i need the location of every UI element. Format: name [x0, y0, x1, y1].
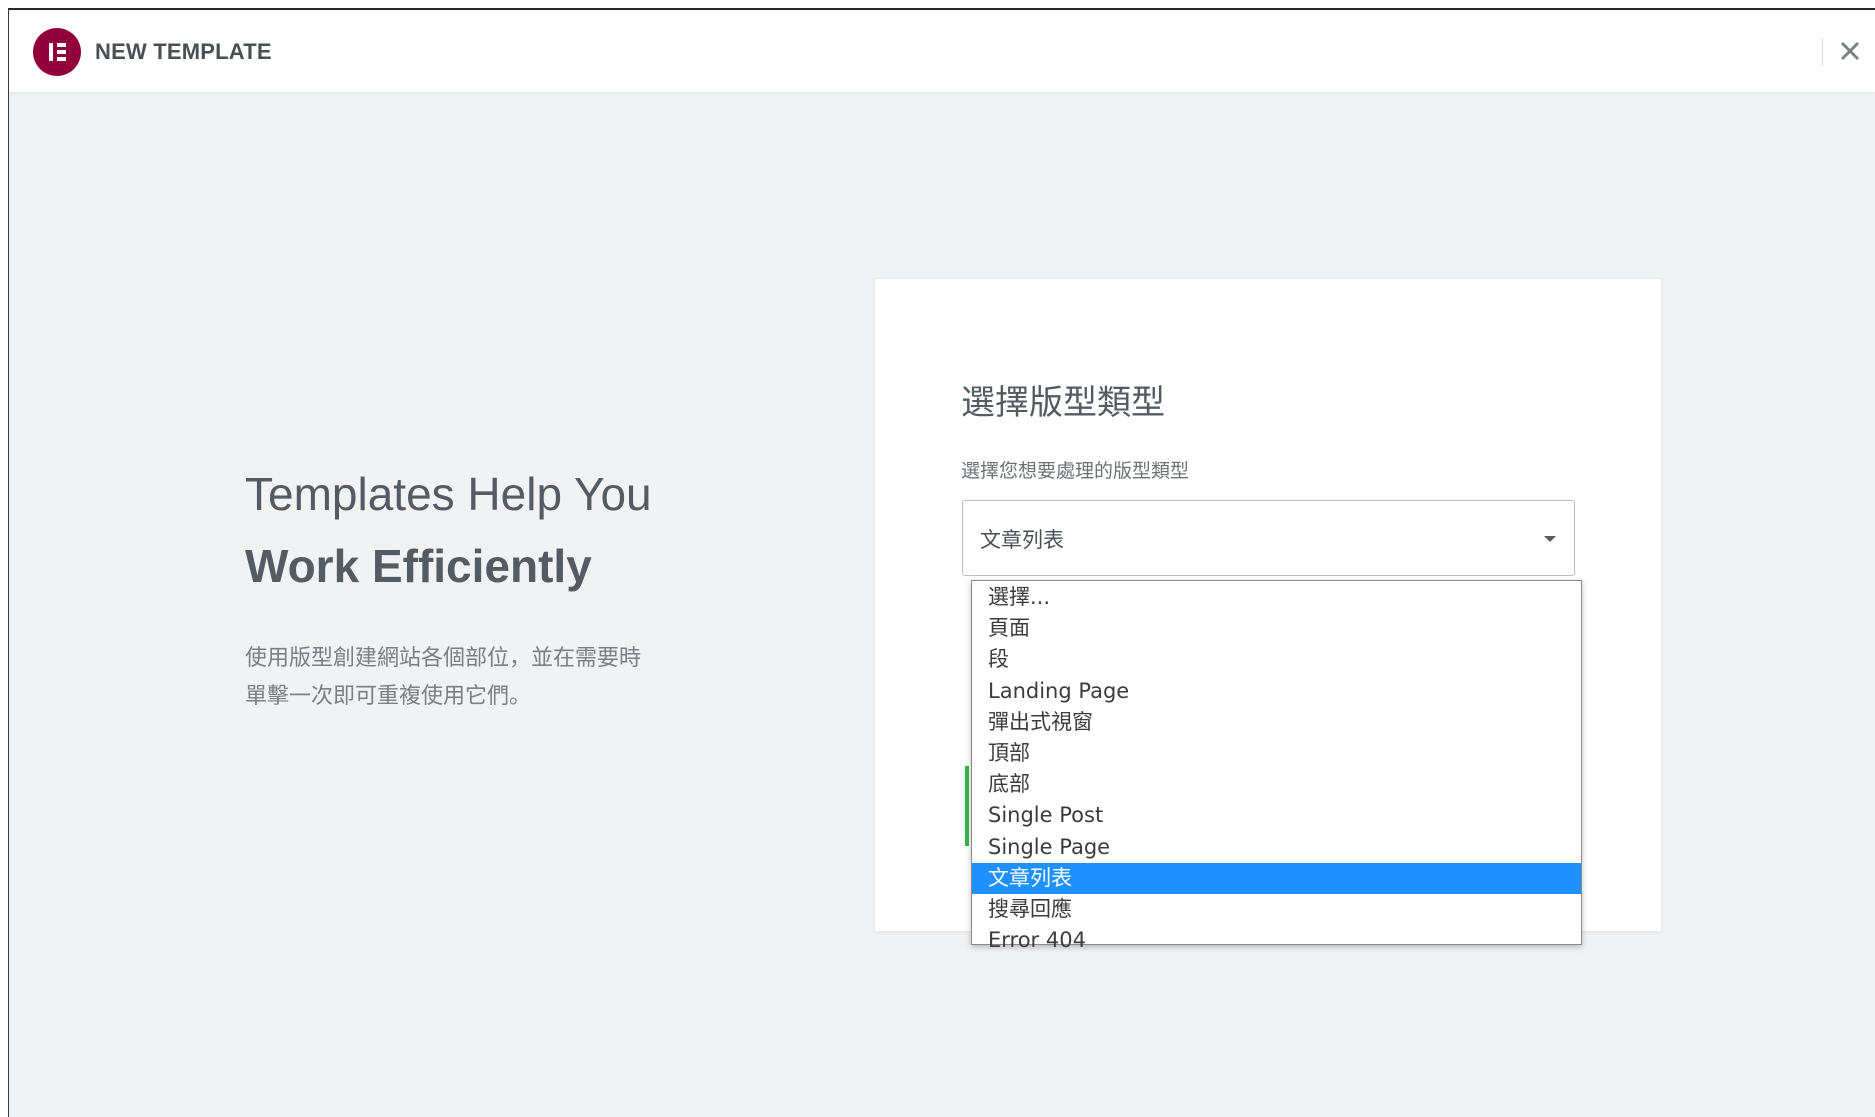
form-title: 選擇版型類型 — [961, 383, 1165, 423]
dropdown-option[interactable]: Landing Page — [972, 676, 1581, 707]
header-divider — [1822, 38, 1823, 66]
dropdown-option[interactable]: Single Page — [972, 832, 1581, 863]
intro-heading: Templates Help You Work Efficiently — [245, 458, 652, 602]
dropdown-option[interactable]: 底部 — [972, 769, 1581, 800]
dropdown-option[interactable]: 頂部 — [972, 738, 1581, 769]
dropdown-option[interactable]: 彈出式視窗 — [972, 707, 1581, 738]
intro-description-line2: 單擊一次即可重複使用它們。 — [245, 684, 532, 709]
focused-field-accent — [965, 766, 969, 846]
intro-description-line1: 使用版型創建網站各個部位，並在需要時 — [245, 646, 642, 671]
template-type-selected-value: 文章列表 — [980, 528, 1064, 552]
intro-heading-line2: Work Efficiently — [245, 540, 592, 592]
template-type-select[interactable]: 文章列表 — [962, 500, 1575, 576]
dropdown-option[interactable]: 段 — [972, 644, 1581, 675]
modal-header: NEW TEMPLATE — [9, 10, 1875, 92]
close-icon — [1840, 41, 1860, 61]
close-button[interactable] — [1833, 34, 1867, 68]
intro-heading-line1: Templates Help You — [245, 468, 652, 520]
dropdown-option[interactable]: Error 404 — [972, 925, 1581, 956]
dropdown-option-selected[interactable]: 文章列表 — [972, 862, 1581, 894]
modal-title: NEW TEMPLATE — [95, 39, 272, 64]
dropdown-option[interactable]: 搜尋回應 — [972, 894, 1581, 925]
template-type-dropdown[interactable]: 選擇... 頁面 段 Landing Page 彈出式視窗 頂部 底部 Sing… — [971, 580, 1582, 952]
chevron-down-icon — [1544, 536, 1556, 542]
template-type-label: 選擇您想要處理的版型類型 — [961, 460, 1190, 482]
elementor-logo-icon — [33, 28, 81, 76]
intro-description: 使用版型創建網站各個部位，並在需要時 單擊一次即可重複使用它們。 — [245, 640, 715, 716]
template-modal: NEW TEMPLATE Templates Help You Work Eff… — [8, 8, 1875, 1117]
dropdown-option[interactable]: 選擇... — [972, 582, 1581, 613]
dropdown-option[interactable]: Single Post — [972, 800, 1581, 831]
dropdown-option[interactable]: 頁面 — [972, 613, 1581, 644]
